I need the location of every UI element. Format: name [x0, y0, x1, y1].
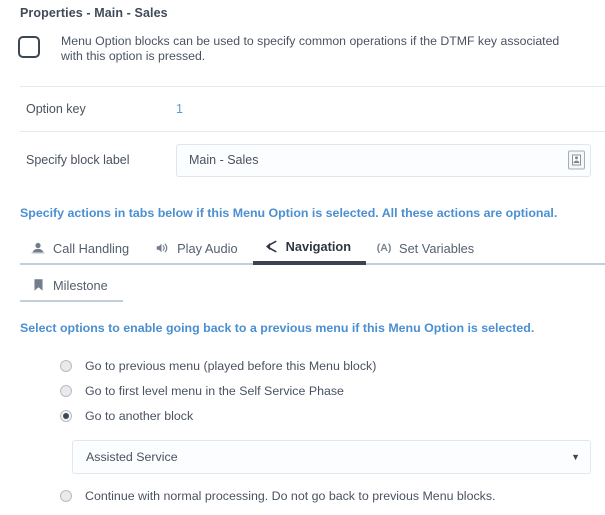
target-block-select-value: Assisted Service: [86, 450, 178, 464]
enable-block-checkbox[interactable]: [18, 36, 40, 58]
radio-go-another-block-label: Go to another block: [85, 408, 194, 423]
radio-continue-normal-processing[interactable]: Continue with normal processing. Do not …: [60, 483, 605, 508]
navigation-options-group: Go to previous menu (played before this …: [0, 335, 605, 428]
tabs-container: Call Handling Play Audio Navigation (A) …: [0, 234, 605, 302]
tab-play-audio-label: Play Audio: [177, 240, 238, 256]
block-label-input-wrap: [176, 143, 591, 177]
tab-set-variables-label: Set Variables: [399, 240, 475, 256]
insert-variable-icon[interactable]: [568, 150, 585, 170]
description-row: Menu Option blocks can be used to specif…: [0, 20, 605, 64]
tab-milestone[interactable]: Milestone: [20, 273, 123, 302]
radio-go-previous-menu[interactable]: Go to previous menu (played before this …: [60, 353, 605, 378]
tab-call-handling[interactable]: Call Handling: [20, 236, 145, 265]
tabs-hint: Specify actions in tabs below if this Me…: [20, 206, 558, 220]
tab-navigation[interactable]: Navigation: [252, 234, 367, 265]
option-key-label: Option key: [26, 102, 86, 116]
radio-go-previous-menu-label: Go to previous menu (played before this …: [85, 358, 377, 373]
radio-indicator-selected[interactable]: [60, 409, 72, 422]
speaker-audio-icon: [154, 240, 170, 256]
agent-headset-icon: [30, 240, 46, 256]
tab-row-secondary: Milestone: [20, 273, 605, 302]
option-key-row: Option key 1: [0, 87, 605, 131]
target-block-select-wrap: Assisted Service ▼: [72, 440, 591, 474]
radio-go-first-level-menu-label: Go to first level menu in the Self Servi…: [85, 383, 344, 398]
block-label-label: Specify block label: [26, 153, 130, 167]
block-label-row: Specify block label: [0, 132, 605, 188]
description-text: Menu Option blocks can be used to specif…: [61, 34, 560, 63]
navigation-hint: Select options to enable going back to a…: [20, 321, 535, 335]
page-title: Properties - Main - Sales: [20, 6, 168, 20]
radio-indicator[interactable]: [60, 359, 72, 372]
tab-underline-filler: [489, 263, 605, 265]
radio-go-another-block[interactable]: Go to another block: [60, 403, 605, 428]
navigation-options-tail: Continue with normal processing. Do not …: [0, 474, 605, 508]
radio-continue-normal-processing-label: Continue with normal processing. Do not …: [85, 488, 496, 503]
tab-call-handling-label: Call Handling: [53, 240, 130, 256]
radio-indicator[interactable]: [60, 384, 72, 397]
bookmark-flag-icon: [30, 277, 46, 293]
tab-navigation-label: Navigation: [285, 238, 352, 254]
option-key-value[interactable]: 1: [176, 102, 183, 116]
branch-arrow-icon: [263, 238, 279, 254]
target-block-select[interactable]: Assisted Service: [72, 440, 591, 474]
tab-play-audio[interactable]: Play Audio: [144, 236, 253, 265]
radio-go-first-level-menu[interactable]: Go to first level menu in the Self Servi…: [60, 378, 605, 403]
radio-indicator[interactable]: [60, 489, 72, 502]
variable-a-icon: (A): [376, 242, 392, 254]
tab-row-primary: Call Handling Play Audio Navigation (A) …: [20, 234, 605, 265]
tab-set-variables[interactable]: (A) Set Variables: [366, 236, 490, 265]
tab-milestone-label: Milestone: [53, 277, 108, 293]
block-label-input[interactable]: [176, 143, 591, 177]
